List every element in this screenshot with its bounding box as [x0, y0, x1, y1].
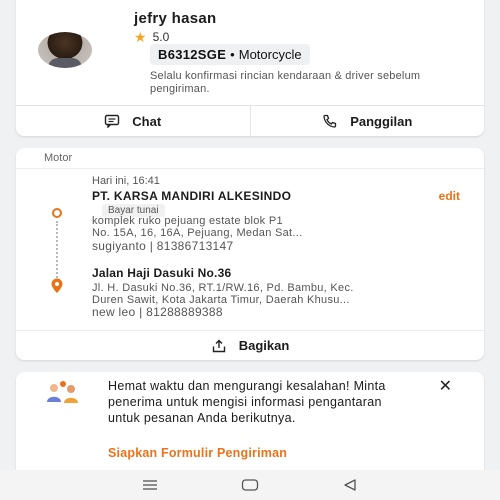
recent-apps-icon[interactable]	[140, 477, 160, 493]
chat-icon	[105, 114, 120, 128]
driver-card: jefry hasan ★ 5.0 B6312SGE • Motorcycle …	[16, 0, 484, 136]
star-icon: ★	[134, 29, 147, 45]
plate-number: B6312SGE	[158, 47, 227, 62]
call-label: Panggilan	[350, 113, 413, 129]
driver-avatar	[38, 32, 92, 68]
back-icon[interactable]	[340, 477, 360, 493]
separator-dot: •	[230, 47, 235, 62]
dropoff-address-line1: Jl. H. Dasuki No.36, RT.1/RW.16, Pd. Bam…	[92, 282, 354, 294]
setup-form-link[interactable]: Siapkan Formulir Pengiriman	[108, 446, 287, 460]
phone-icon	[323, 114, 337, 128]
system-nav-bar	[0, 470, 500, 500]
pickup-address-line1: komplek ruko pejuang estate blok P1	[92, 215, 283, 227]
divider	[16, 168, 484, 169]
chat-button[interactable]: Chat	[16, 106, 250, 136]
promo-message: Hemat waktu dan mengurangi kesalahan! Mi…	[108, 379, 386, 425]
contact-actions: Chat Panggilan	[16, 105, 484, 136]
driver-rating: ★ 5.0	[134, 30, 169, 44]
pickup-marker-icon	[52, 208, 62, 218]
dropoff-name: Jalan Haji Dasuki No.36	[92, 266, 232, 280]
dropoff-contact: new leo | 81288889388	[92, 305, 223, 319]
pickup-name: PT. KARSA MANDIRI ALKESINDO	[92, 189, 292, 203]
people-illustration-icon	[47, 381, 78, 403]
call-button[interactable]: Panggilan	[249, 106, 485, 136]
share-icon	[212, 339, 225, 352]
order-time: Hari ini, 16:41	[92, 175, 160, 187]
order-card: Motor Hari ini, 16:41 PT. KARSA MANDIRI …	[16, 148, 484, 360]
share-label: Bagikan	[238, 338, 290, 353]
share-button[interactable]: Bagikan	[16, 330, 484, 360]
vehicle-chip: B6312SGE • Motorcycle	[150, 44, 310, 65]
vehicle-type: Motorcycle	[238, 47, 302, 62]
route-line	[56, 221, 58, 278]
service-type: Motor	[44, 152, 73, 164]
edit-button[interactable]: edit	[439, 189, 460, 203]
close-icon[interactable]: ✕	[439, 376, 452, 396]
pickup-address-line2: No. 15A, 16, 16A, Pejuang, Medan Sat...	[92, 227, 303, 239]
chat-label: Chat	[132, 113, 162, 129]
promo-card: Hemat waktu dan mengurangi kesalahan! Mi…	[16, 372, 484, 470]
dropoff-pin-icon	[51, 278, 63, 293]
pickup-contact: sugiyanto | 81386713147	[92, 239, 234, 253]
home-icon[interactable]	[240, 477, 260, 493]
driver-name: jefry hasan	[134, 10, 217, 27]
rating-value: 5.0	[152, 30, 170, 44]
confirm-note: Selalu konfirmasi rincian kendaraan & dr…	[150, 70, 421, 95]
